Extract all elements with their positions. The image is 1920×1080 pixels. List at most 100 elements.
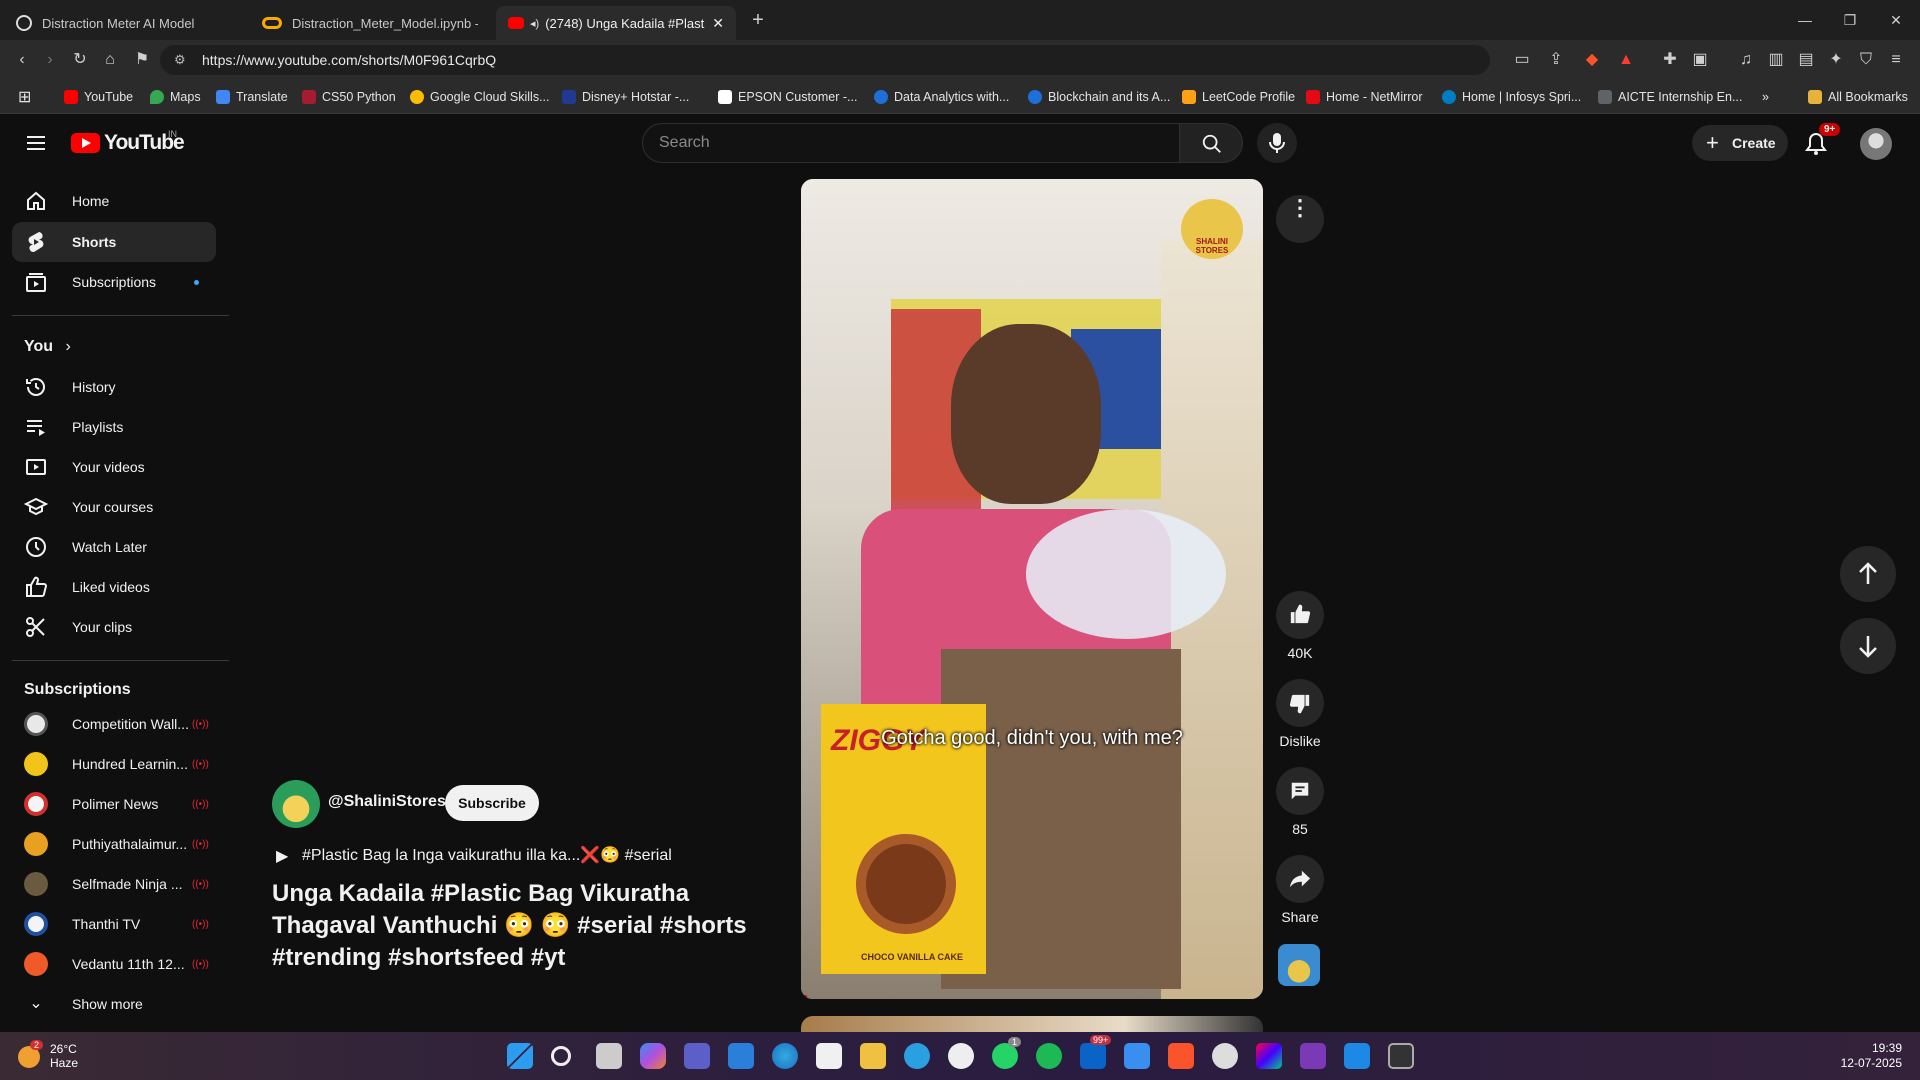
bookmark-cs50[interactable]: CS50 Python — [302, 88, 396, 106]
apps-grid-icon[interactable]: ⊞ — [18, 88, 31, 106]
short-video-player[interactable]: ZIGGY CHOCO VANILLA CAKE SHALINI STORES … — [801, 179, 1263, 999]
bookmark-data-analytics[interactable]: Data Analytics with... — [874, 88, 1009, 106]
spotify-icon[interactable] — [1036, 1043, 1062, 1069]
bookmark-youtube[interactable]: YouTube — [64, 88, 133, 106]
sidebar-item-subscriptions[interactable]: Subscriptions — [12, 262, 216, 302]
cast-icon[interactable]: ▭ — [1512, 50, 1532, 70]
subscription-channel[interactable]: Thanthi TV ((•)) — [12, 904, 216, 944]
dislike-button[interactable] — [1276, 679, 1324, 727]
wallet-icon[interactable]: ▤ — [1796, 50, 1816, 70]
bookmark-translate[interactable]: Translate — [216, 88, 288, 106]
sidebar-item-history[interactable]: History — [12, 367, 216, 407]
channel-handle[interactable]: @ShaliniStores — [328, 793, 446, 811]
sidebar-you-heading[interactable]: You › — [24, 338, 71, 356]
subscription-channel[interactable]: Polimer News ((•)) — [12, 784, 216, 824]
search-button[interactable] — [1179, 123, 1243, 163]
edge-icon[interactable] — [772, 1043, 798, 1069]
vpn-icon[interactable]: ⛉ — [1856, 50, 1876, 70]
new-tab-button[interactable]: + — [746, 8, 770, 32]
previous-short-button[interactable] — [1840, 546, 1896, 602]
system-clock[interactable]: 19:39 12-07-2025 — [1830, 1041, 1902, 1071]
sidebar-item-playlists[interactable]: Playlists — [12, 407, 216, 447]
whatsapp-icon[interactable]: 1 — [992, 1037, 1022, 1069]
onenote-icon[interactable] — [1300, 1043, 1326, 1069]
notifications-button[interactable]: 9+ — [1803, 123, 1841, 159]
close-window-icon[interactable]: ✕ — [1884, 8, 1908, 32]
subscribe-button[interactable]: Subscribe — [445, 785, 539, 821]
subscription-channel[interactable]: Puthiyathalaimur... ((•)) — [12, 824, 216, 864]
bookmark-blockchain[interactable]: Blockchain and its A... — [1028, 88, 1170, 106]
bookmark-infosys[interactable]: Home | Infosys Spri... — [1442, 88, 1581, 106]
task-view-icon[interactable] — [596, 1043, 622, 1069]
site-settings-icon[interactable]: ⚙ — [174, 45, 186, 75]
browser-tab-distraction-meter[interactable]: Distraction Meter AI Model — [4, 6, 244, 40]
all-bookmarks-folder[interactable]: All Bookmarks — [1808, 88, 1908, 106]
home-browser-icon[interactable]: ⌂ — [100, 50, 120, 70]
reload-icon[interactable]: ↻ — [70, 50, 90, 70]
share-button[interactable] — [1276, 855, 1324, 903]
show-more-button[interactable]: ⌄ Show more — [12, 984, 216, 1024]
comments-button[interactable] — [1276, 767, 1324, 815]
copilot-icon[interactable] — [640, 1043, 666, 1069]
leo-ai-icon[interactable]: ✦ — [1826, 50, 1846, 70]
weather-widget[interactable]: 26°C Haze — [50, 1042, 78, 1070]
bookmark-netmirror[interactable]: Home - NetMirror — [1306, 88, 1423, 106]
menu-icon[interactable]: ≡ — [1886, 50, 1906, 70]
mail-icon[interactable]: 99+ — [1080, 1035, 1112, 1069]
channel-avatar[interactable] — [272, 780, 320, 828]
terminal-icon[interactable] — [1388, 1043, 1414, 1069]
bookmark-epson[interactable]: EPSON Customer -... — [718, 88, 857, 106]
create-button[interactable]: + Create — [1692, 125, 1788, 161]
bookmark-leetcode[interactable]: LeetCode Profile — [1182, 88, 1295, 106]
bookmark-maps[interactable]: Maps — [150, 88, 201, 106]
bookmark-google-cloud[interactable]: Google Cloud Skills... — [410, 88, 550, 106]
media-icon[interactable]: ♫ — [1736, 50, 1756, 70]
microsoft-store-icon[interactable] — [816, 1043, 842, 1069]
sidebar-toggle-icon[interactable]: ▥ — [1766, 50, 1786, 70]
sidebar-item-home[interactable]: Home — [12, 181, 216, 221]
browser-tab-colab[interactable]: Distraction_Meter_Model.ipynb - Col — [250, 6, 490, 40]
progress-bar[interactable] — [801, 995, 807, 999]
like-button[interactable] — [1276, 591, 1324, 639]
subscription-channel[interactable]: Selfmade Ninja ... ((•)) — [12, 864, 216, 904]
more-bookmarks-icon[interactable]: » — [1762, 88, 1769, 106]
file-explorer-icon[interactable] — [860, 1043, 886, 1069]
account-avatar[interactable] — [1860, 128, 1892, 160]
share-icon[interactable]: ⇪ — [1546, 50, 1566, 70]
youtube-logo[interactable]: YouTube IN — [68, 129, 188, 157]
close-tab-icon[interactable]: ✕ — [712, 15, 724, 32]
affinity-icon[interactable] — [1256, 1043, 1282, 1069]
bookmark-hotstar[interactable]: Disney+ Hotstar -... — [562, 88, 689, 106]
sidebar-item-your-clips[interactable]: Your clips — [12, 607, 216, 647]
sidebar-item-liked-videos[interactable]: Liked videos — [12, 567, 216, 607]
brave-browser-icon[interactable] — [1168, 1043, 1194, 1069]
next-short-preview[interactable] — [801, 1016, 1263, 1032]
search-input[interactable]: Search — [642, 123, 1180, 163]
bookmark-icon[interactable]: ⚑ — [132, 50, 152, 70]
sidebar-item-shorts[interactable]: Shorts — [12, 222, 216, 262]
github-desktop-icon[interactable] — [1212, 1043, 1238, 1069]
bookmark-aicte[interactable]: AICTE Internship En... — [1598, 88, 1742, 106]
vscode-icon[interactable] — [1344, 1043, 1370, 1069]
minimize-icon[interactable]: — — [1793, 8, 1817, 32]
hamburger-menu-icon[interactable] — [24, 131, 48, 155]
next-short-button[interactable] — [1840, 618, 1896, 674]
media-player-icon[interactable] — [948, 1043, 974, 1069]
subscription-channel[interactable]: Vedantu 11th 12... ((•)) — [12, 944, 216, 984]
teams-icon[interactable] — [684, 1043, 710, 1069]
extensions-icon[interactable]: ✚ — [1660, 50, 1680, 70]
brave-shields-icon[interactable]: ◆ — [1582, 50, 1602, 70]
back-icon[interactable]: ‹ — [12, 50, 32, 70]
short-description[interactable]: #Plastic Bag la Inga vaikurathu illa ka.… — [302, 845, 672, 865]
subscription-channel[interactable]: Hundred Learnin... ((•)) — [12, 744, 216, 784]
brave-rewards-icon[interactable]: ▲ — [1616, 50, 1636, 70]
widgets-store-icon[interactable] — [728, 1043, 754, 1069]
sidebar-item-watch-later[interactable]: Watch Later — [12, 527, 216, 567]
sidebar-item-your-videos[interactable]: Your videos — [12, 447, 216, 487]
voice-search-button[interactable] — [1257, 123, 1297, 163]
subscription-channel[interactable]: Competition Wall... ((•)) — [12, 704, 216, 744]
weather-icon[interactable]: 2 — [18, 1040, 44, 1068]
screenshot-icon[interactable]: ▣ — [1690, 50, 1710, 70]
more-options-button[interactable]: ⋮ — [1276, 195, 1324, 243]
restore-icon[interactable]: ❐ — [1838, 8, 1862, 32]
